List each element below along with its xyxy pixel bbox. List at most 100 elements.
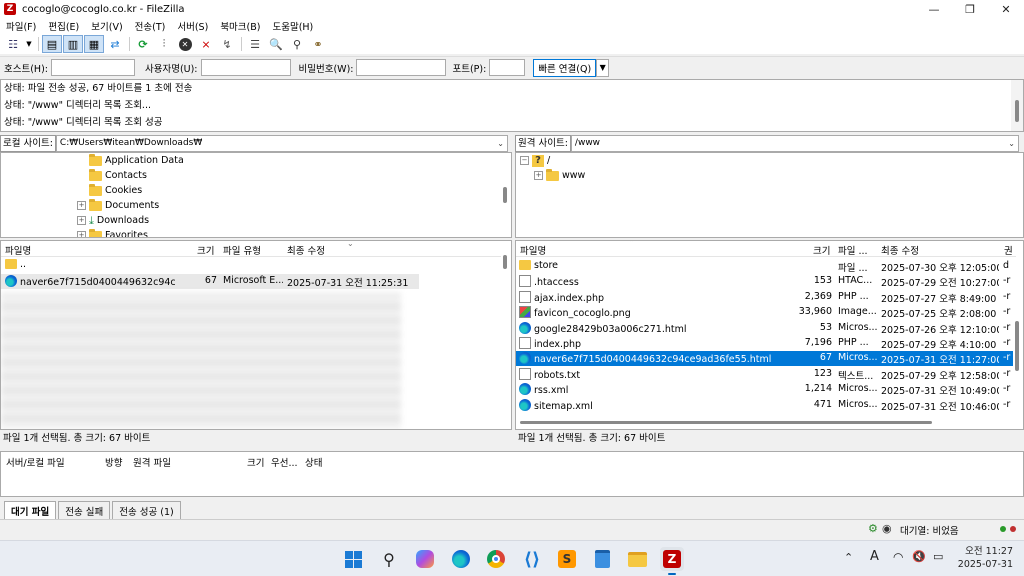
file-row[interactable]: ..	[1, 258, 501, 273]
file-row[interactable]: store 파일 ... 2025-07-30 오후 12:05:00 d	[516, 259, 1013, 274]
column-filename[interactable]: 파일명	[520, 243, 546, 257]
maximize-button[interactable]: ❐	[952, 0, 988, 18]
tree-item[interactable]: Cookies	[89, 183, 142, 198]
toggle-local-tree-icon[interactable]: ▥	[63, 35, 83, 53]
menu-server[interactable]: 서버(S)	[171, 19, 214, 33]
refresh-icon[interactable]: ⟳	[133, 35, 153, 53]
toggle-remote-tree-icon[interactable]: ▦	[84, 35, 104, 53]
queue-column-size[interactable]: 크기	[247, 455, 264, 469]
cancel-icon[interactable]: ✕	[175, 35, 195, 53]
tree-item[interactable]: + www	[534, 168, 585, 183]
tree-item[interactable]: + Documents	[77, 198, 159, 213]
tab-failed-transfers[interactable]: 전송 실패	[58, 501, 111, 519]
column-type[interactable]: 파일 유형	[223, 243, 261, 257]
sublime-icon[interactable]: S	[555, 547, 579, 571]
queue-column-status[interactable]: 상태	[305, 455, 322, 469]
synchronized-browsing-icon[interactable]: ⚲	[287, 35, 307, 53]
site-manager-dropdown-icon[interactable]: ▼	[24, 35, 34, 53]
file-explorer-icon[interactable]	[625, 547, 649, 571]
tree-item[interactable]: Application Data	[89, 153, 184, 168]
log-scrollbar[interactable]	[1011, 80, 1023, 131]
file-row[interactable]: naver6e7f715d0400449632c94ce9ad36fe55.ht…	[516, 351, 1013, 367]
chevron-down-icon[interactable]: ⌄	[497, 136, 504, 151]
scrollbar-thumb[interactable]	[520, 421, 932, 424]
tree-item[interactable]: + Favorites	[77, 228, 148, 237]
copilot-icon[interactable]	[413, 547, 437, 571]
disconnect-icon[interactable]: ⨯	[196, 35, 216, 53]
scrollbar-thumb[interactable]	[1015, 100, 1019, 122]
file-row[interactable]: index.php 7,196 PHP ... 2025-07-29 오후 4:10:…	[516, 336, 1013, 351]
quickconnect-button[interactable]: 빠른 연결(Q)	[533, 58, 597, 77]
file-row[interactable]: robots.txt 123 텍스트... 2025-07-29 오후 12:58:0…	[516, 367, 1013, 382]
search-remote-files-icon[interactable]: ⚭	[308, 35, 328, 53]
file-row[interactable]: naver6e7f715d0400449632c94ce9... 67 Micr…	[1, 274, 419, 289]
ime-indicator[interactable]: A	[870, 549, 879, 564]
remote-list-scrollbar[interactable]	[1011, 241, 1023, 429]
file-row[interactable]: rss.xml 1,214 Micros... 2025-07-31 오전 10:49…	[516, 382, 1013, 397]
process-queue-icon[interactable]: ⫶	[154, 35, 174, 53]
queue-column-direction[interactable]: 방향	[105, 455, 122, 469]
toggle-queue-icon[interactable]: ⇄	[105, 35, 125, 53]
quickconnect-dropdown-icon[interactable]: ▼	[596, 58, 610, 77]
scrollbar-thumb[interactable]	[1015, 321, 1019, 371]
file-row[interactable]: sitemap.xml 471 Micros... 2025-07-31 오전 10:…	[516, 398, 1013, 413]
minimize-button[interactable]: —	[916, 0, 952, 18]
site-manager-icon[interactable]: ☷	[3, 35, 23, 53]
toggle-log-icon[interactable]: ▤	[42, 35, 62, 53]
password-input[interactable]	[356, 59, 447, 76]
collapse-icon[interactable]: −	[520, 156, 529, 165]
file-row[interactable]: favicon_cocoglo.png 33,960 Image... 2025-07…	[516, 305, 1013, 320]
tree-item[interactable]: − ? /	[520, 153, 550, 168]
search-icon[interactable]: ⚲	[377, 547, 401, 571]
column-size[interactable]: 크기	[813, 243, 830, 257]
column-filename[interactable]: 파일명	[5, 243, 31, 257]
directory-comparison-icon[interactable]: 🔍	[266, 35, 286, 53]
scrollbar-thumb[interactable]	[503, 187, 507, 203]
tree-item[interactable]: + ⤓ Downloads	[77, 213, 149, 228]
clock[interactable]: 오전 11:27 2025-07-31	[955, 545, 1013, 571]
file-row[interactable]: google28429b03a006c271.html 53 Micros... 20…	[516, 321, 1013, 336]
expand-icon[interactable]: +	[77, 216, 86, 225]
volume-muted-icon[interactable]: 🔇	[912, 550, 926, 563]
file-row[interactable]: ajax.index.php 2,369 PHP ... 2025-07-27 오후 …	[516, 290, 1013, 305]
queue-column-server-local[interactable]: 서버/로컬 파일	[6, 455, 65, 469]
windows-start-icon[interactable]	[341, 547, 365, 571]
tab-successful-transfers[interactable]: 전송 성공 (1)	[112, 501, 181, 519]
expand-icon[interactable]: +	[77, 201, 86, 210]
port-input[interactable]	[489, 59, 526, 76]
column-type[interactable]: 파일 ...	[838, 243, 868, 257]
host-input[interactable]	[50, 59, 135, 76]
local-tree-scrollbar[interactable]	[499, 153, 511, 237]
expand-icon[interactable]: +	[534, 171, 543, 180]
remote-list-hscrollbar[interactable]	[516, 417, 1013, 427]
menu-view[interactable]: 보기(V)	[85, 19, 128, 33]
expand-icon[interactable]: +	[77, 231, 86, 237]
file-row[interactable]: .htaccess 153 HTAC... 2025-07-29 오전 10:27:0…	[516, 274, 1013, 289]
column-size[interactable]: 크기	[197, 243, 214, 257]
chrome-icon[interactable]	[484, 547, 508, 571]
close-button[interactable]: ✕	[988, 0, 1024, 18]
tab-queued-files[interactable]: 대기 파일	[4, 501, 57, 519]
queue-column-priority[interactable]: 우선...	[271, 455, 298, 469]
menu-help[interactable]: 도움말(H)	[266, 19, 319, 33]
queue-column-remote[interactable]: 원격 파일	[133, 455, 171, 469]
menu-bookmarks[interactable]: 북마크(B)	[214, 19, 266, 33]
notepad-icon[interactable]	[590, 547, 614, 571]
scrollbar-thumb[interactable]	[503, 255, 507, 269]
username-input[interactable]	[200, 59, 291, 76]
filezilla-taskbar-icon[interactable]: Z	[660, 547, 684, 575]
menu-transfer[interactable]: 전송(T)	[129, 19, 172, 33]
tree-item[interactable]: Contacts	[89, 168, 147, 183]
wifi-icon[interactable]: ◠	[893, 550, 903, 564]
menu-file[interactable]: 파일(F)	[0, 19, 42, 33]
directory-listing-filters-icon[interactable]: ☰	[245, 35, 265, 53]
vscode-icon[interactable]: ⟨⟩	[520, 547, 544, 571]
menu-edit[interactable]: 편집(E)	[42, 19, 85, 33]
chevron-up-icon[interactable]: ⌃	[844, 551, 853, 564]
column-modified[interactable]: 최종 수정	[881, 243, 919, 257]
local-list-scrollbar[interactable]	[499, 241, 511, 429]
battery-icon[interactable]: ▭	[933, 550, 943, 563]
edge-browser-icon[interactable]	[449, 547, 473, 571]
chevron-down-icon[interactable]: ⌄	[1008, 136, 1015, 151]
reconnect-icon[interactable]: ↯	[217, 35, 237, 53]
